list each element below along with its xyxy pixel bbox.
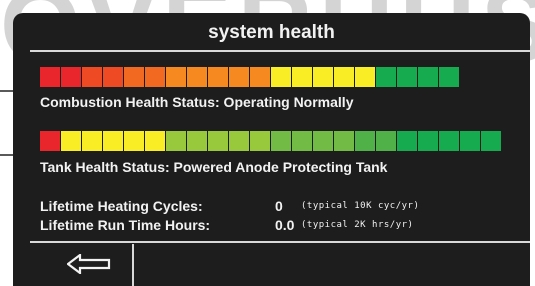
- tank-meter-segment: [40, 131, 60, 151]
- combustion-meter-segment: [229, 67, 249, 87]
- tank-meter-segment: [418, 131, 438, 151]
- heating-cycles-value: 0: [275, 198, 283, 214]
- tank-meter-segment: [439, 131, 459, 151]
- tank-meter-segment: [250, 131, 270, 151]
- tank-health-meter: [40, 131, 502, 151]
- footer-button-divider: [132, 244, 134, 286]
- combustion-meter-segment: [145, 67, 165, 87]
- tank-meter-segment: [166, 131, 186, 151]
- tank-meter-segment: [397, 131, 417, 151]
- combustion-meter-segment: [376, 67, 396, 87]
- combustion-meter-segment: [187, 67, 207, 87]
- footer-divider: [30, 241, 530, 243]
- tank-meter-segment: [229, 131, 249, 151]
- tank-meter-segment: [292, 131, 312, 151]
- combustion-meter-segment: [271, 67, 291, 87]
- tank-meter-segment: [334, 131, 354, 151]
- run-time-hours-value: 0.0: [275, 217, 295, 233]
- screen-title: system health: [208, 22, 335, 43]
- tank-meter-segment: [313, 131, 333, 151]
- back-arrow-icon: [67, 254, 111, 274]
- combustion-meter-segment: [439, 67, 459, 87]
- combustion-health-status: Combustion Health Status: Operating Norm…: [40, 94, 354, 110]
- system-health-screen: system health Combustion Health Status: …: [13, 13, 530, 286]
- combustion-meter-segment: [334, 67, 354, 87]
- combustion-meter-segment: [103, 67, 123, 87]
- combustion-meter-segment: [40, 67, 60, 87]
- tank-meter-segment: [124, 131, 144, 151]
- tank-meter-segment: [82, 131, 102, 151]
- combustion-meter-segment: [313, 67, 333, 87]
- tank-meter-segment: [145, 131, 165, 151]
- combustion-meter-segment: [166, 67, 186, 87]
- combustion-meter-segment: [250, 67, 270, 87]
- heating-cycles-label: Lifetime Heating Cycles:: [40, 198, 203, 214]
- tank-meter-segment: [376, 131, 396, 151]
- title-divider: [30, 50, 530, 52]
- combustion-meter-segment: [418, 67, 438, 87]
- tank-meter-segment: [61, 131, 81, 151]
- combustion-meter-segment: [124, 67, 144, 87]
- tank-meter-segment: [187, 131, 207, 151]
- tank-meter-segment: [103, 131, 123, 151]
- tank-meter-segment: [355, 131, 375, 151]
- back-button[interactable]: [53, 244, 139, 286]
- combustion-health-meter: [40, 67, 460, 87]
- heating-cycles-note: (typical 10K cyc/yr): [301, 201, 420, 211]
- combustion-meter-segment: [292, 67, 312, 87]
- combustion-meter-segment: [397, 67, 417, 87]
- tank-health-status: Tank Health Status: Powered Anode Protec…: [40, 159, 388, 175]
- combustion-meter-segment: [208, 67, 228, 87]
- combustion-meter-segment: [355, 67, 375, 87]
- tank-meter-segment: [460, 131, 480, 151]
- run-time-hours-label: Lifetime Run Time Hours:: [40, 217, 211, 233]
- tank-meter-segment: [208, 131, 228, 151]
- tank-meter-segment: [481, 131, 501, 151]
- run-time-hours-note: (typical 2K hrs/yr): [301, 220, 414, 230]
- tank-meter-segment: [271, 131, 291, 151]
- combustion-meter-segment: [82, 67, 102, 87]
- combustion-meter-segment: [61, 67, 81, 87]
